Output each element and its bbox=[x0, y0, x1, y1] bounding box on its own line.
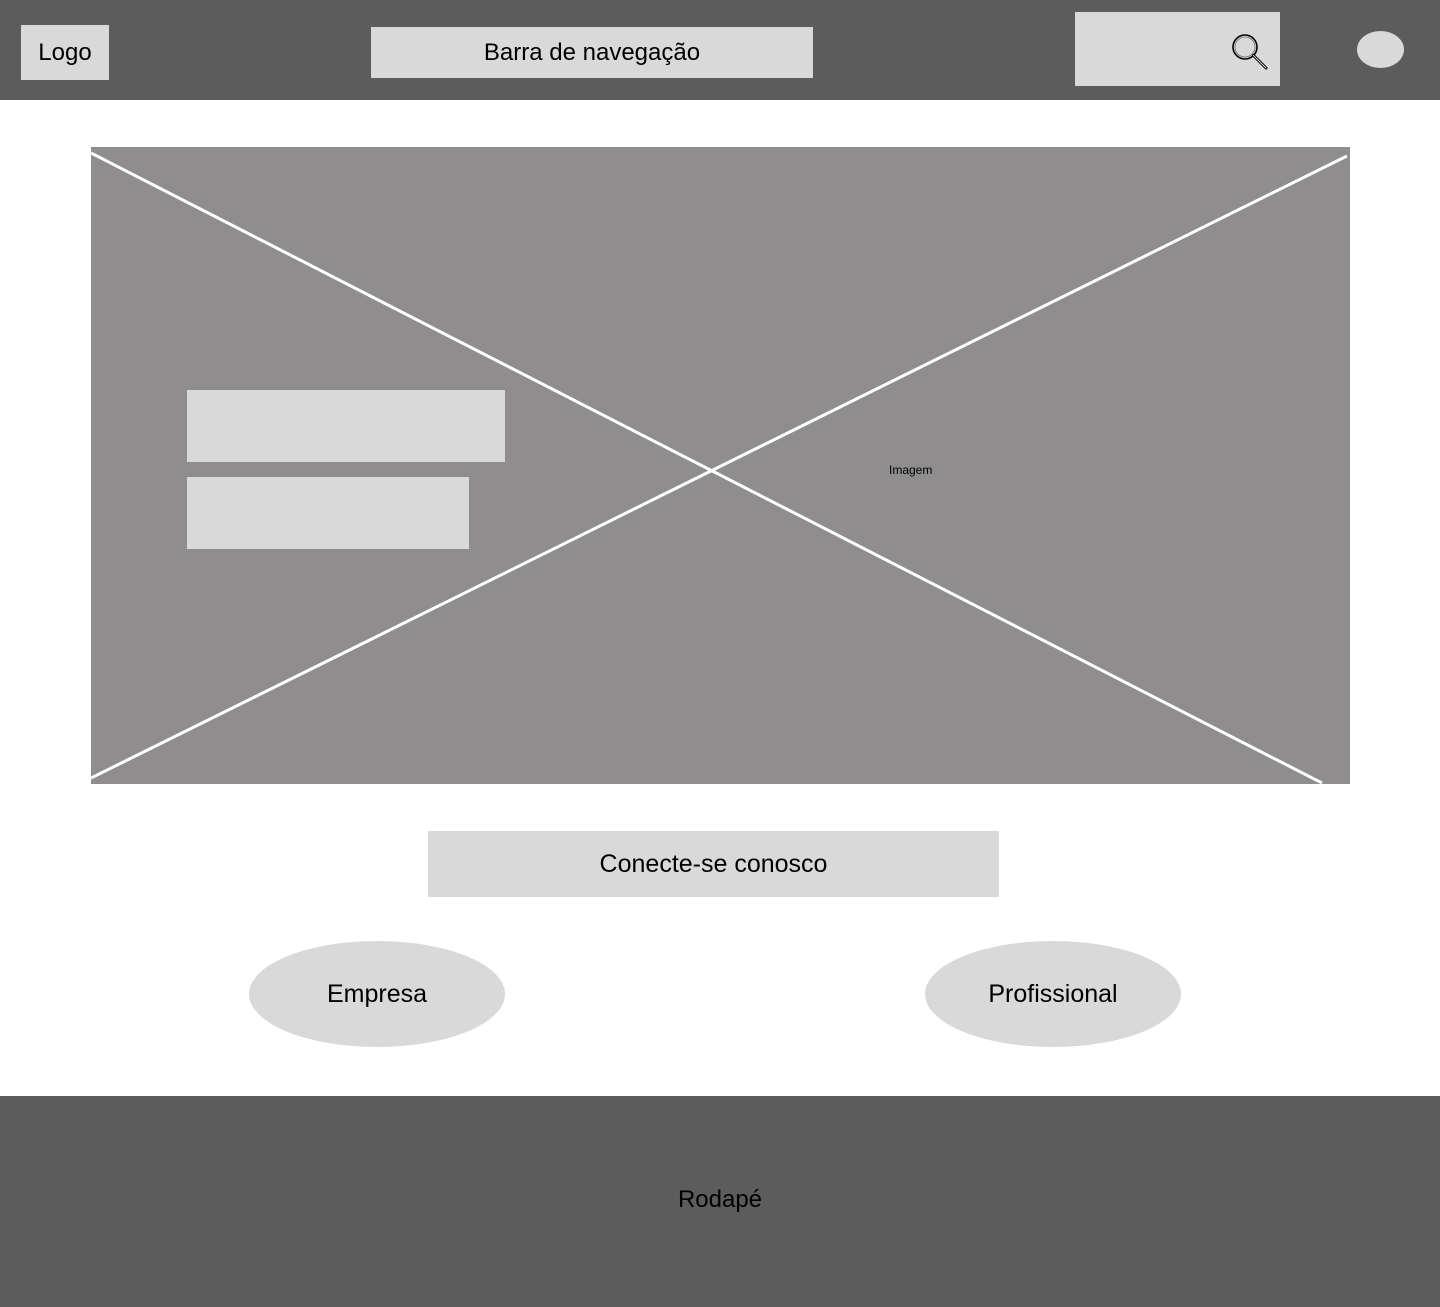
page: Logo Barra de navegação Imagem Conecte-s… bbox=[0, 0, 1440, 1307]
search-icon[interactable] bbox=[1230, 32, 1270, 72]
company-button[interactable]: Empresa bbox=[249, 941, 505, 1047]
navigation-bar[interactable]: Barra de navegação bbox=[371, 27, 813, 78]
footer: Rodapé bbox=[0, 1096, 1440, 1307]
logo[interactable]: Logo bbox=[21, 25, 109, 80]
image-label: Imagem bbox=[889, 463, 933, 477]
connect-banner[interactable]: Conecte-se conosco bbox=[428, 831, 999, 897]
hero-image-placeholder: Imagem bbox=[91, 147, 1350, 784]
hero-headline-placeholder bbox=[187, 390, 505, 462]
search-input[interactable] bbox=[1075, 12, 1280, 86]
image-placeholder-cross-icon bbox=[91, 151, 1348, 784]
professional-button[interactable]: Profissional bbox=[925, 941, 1181, 1047]
avatar[interactable] bbox=[1357, 31, 1404, 68]
header: Logo Barra de navegação bbox=[0, 0, 1440, 100]
hero-subtitle-placeholder bbox=[187, 477, 469, 549]
footer-label: Rodapé bbox=[677, 1186, 763, 1213]
